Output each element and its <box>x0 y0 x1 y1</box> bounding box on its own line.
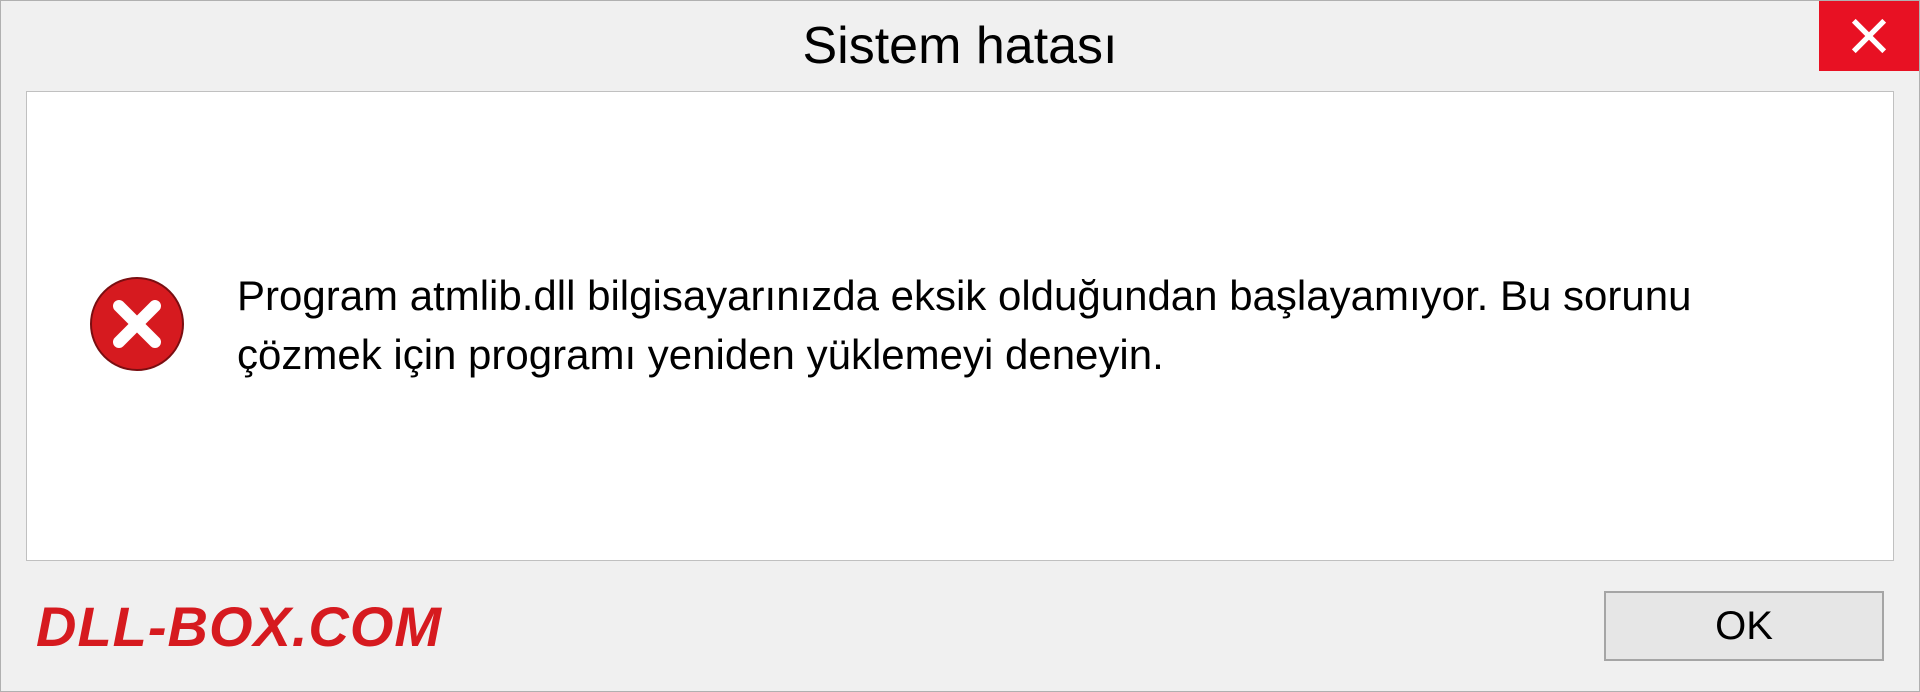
error-icon <box>87 274 187 379</box>
dialog-title: Sistem hatası <box>802 16 1117 76</box>
error-dialog: Sistem hatası Program atmlib.dll bilgisa… <box>0 0 1920 692</box>
error-message: Program atmlib.dll bilgisayarınızda eksi… <box>237 267 1833 385</box>
watermark-text: DLL-BOX.COM <box>36 594 442 659</box>
content-panel: Program atmlib.dll bilgisayarınızda eksi… <box>26 91 1894 561</box>
title-bar: Sistem hatası <box>1 1 1919 91</box>
dialog-footer: DLL-BOX.COM OK <box>1 586 1919 691</box>
ok-button[interactable]: OK <box>1604 591 1884 661</box>
close-icon <box>1849 16 1889 56</box>
close-button[interactable] <box>1819 1 1919 71</box>
